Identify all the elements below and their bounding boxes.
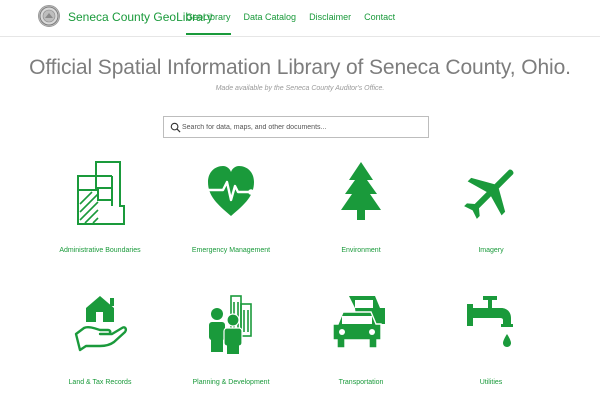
tree-icon (341, 162, 381, 220)
category-utilities[interactable]: Utilities (431, 292, 551, 410)
category-imagery[interactable]: Imagery (431, 160, 551, 278)
category-label: Transportation (338, 379, 384, 386)
search-icon (170, 122, 181, 133)
boundaries-map-icon (77, 161, 125, 225)
nav-links: GeoLibrary Data Catalog Disclaimer Conta… (186, 0, 408, 36)
category-label: Administrative Boundaries (59, 247, 141, 254)
category-label: Planning & Development (192, 379, 270, 386)
category-label: Environment (341, 247, 381, 254)
cars-icon (333, 296, 385, 349)
top-navbar: Seneca County GeoLibrary GeoLibrary Data… (0, 0, 600, 37)
category-transportation[interactable]: Transportation (301, 292, 421, 410)
county-seal-logo[interactable] (38, 5, 60, 27)
page-title: Official Spatial Information Library of … (29, 56, 571, 79)
airplane-icon (464, 169, 514, 219)
category-administrative-boundaries[interactable]: Administrative Boundaries (40, 160, 160, 278)
nav-data-catalog[interactable]: Data Catalog (244, 0, 297, 24)
nav-geolibrary[interactable]: GeoLibrary (186, 0, 231, 35)
heart-pulse-icon (205, 166, 254, 216)
category-emergency-management[interactable]: Emergency Management (171, 160, 291, 278)
category-label: Land & Tax Records (68, 379, 132, 386)
category-environment[interactable]: Environment (301, 160, 421, 278)
search-input[interactable] (182, 117, 422, 137)
category-planning-development[interactable]: Planning & Development (171, 292, 291, 410)
water-faucet-icon (467, 296, 513, 347)
search-box[interactable] (163, 116, 429, 138)
category-label: Emergency Management (191, 247, 271, 254)
category-label: Imagery (478, 247, 504, 254)
nav-disclaimer[interactable]: Disclaimer (309, 0, 351, 24)
category-label: Utilities (479, 379, 503, 386)
category-land-tax-records[interactable]: Land & Tax Records (40, 292, 160, 410)
people-buildings-icon (209, 295, 252, 354)
page-subtitle: Made available by the Seneca County Audi… (215, 85, 385, 92)
house-in-hand-icon (74, 296, 127, 352)
nav-contact[interactable]: Contact (364, 0, 395, 24)
